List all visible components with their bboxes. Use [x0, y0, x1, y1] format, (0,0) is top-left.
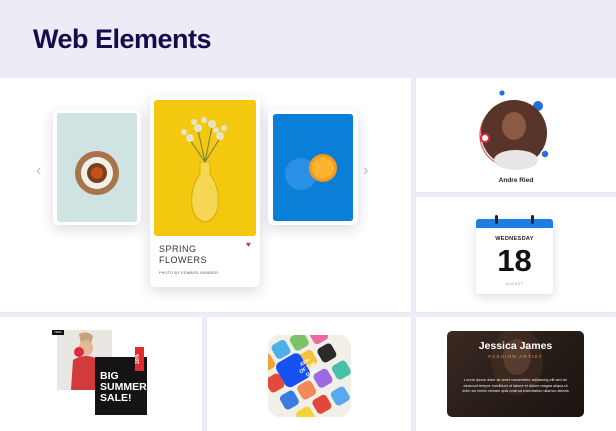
coffee-cup-image — [57, 113, 137, 222]
slider-prev-button[interactable]: ‹ — [36, 162, 41, 180]
image-slider-panel: ‹ › SPRING FLOWERS ♥ PHOTO BY EDWARD IBA… — [0, 78, 411, 312]
calendar-day-name: WEDNESDAY — [495, 236, 534, 242]
artist-role: FASHION ARTIST — [488, 354, 543, 359]
slide-card-spring-flowers[interactable]: SPRING FLOWERS ♥ PHOTO BY EDWARD IBANDER — [150, 97, 260, 287]
slider-next-button[interactable]: › — [363, 162, 368, 180]
orange-image — [273, 114, 353, 221]
calendar-ring-icon — [531, 215, 534, 224]
summer-sale-panel: NEW BIG SUMMER SALE! 20% — [0, 317, 202, 431]
discount-badge: 20% — [135, 347, 144, 371]
sale-text: BIG SUMMER SALE! — [100, 371, 147, 404]
flower-vase-image — [154, 100, 256, 236]
avatar — [479, 90, 550, 170]
slide-card-orange[interactable] — [268, 110, 358, 225]
card-photo-credit: PHOTO BY EDWARD IBANDER — [159, 271, 219, 275]
calendar-panel: WEDNESDAY 18 AUGUST — [416, 197, 616, 312]
card-title-line2: FLOWERS — [159, 255, 208, 265]
calendar-month: AUGUST — [505, 282, 524, 286]
sale-line3: SALE! — [100, 392, 132, 404]
profile-name: Andre Ried — [498, 177, 534, 184]
heart-icon[interactable]: ♥ — [246, 240, 251, 249]
card-title: SPRING FLOWERS — [159, 244, 239, 266]
app-of-the-day-tile[interactable]: APP OF THE DAY — [268, 335, 351, 417]
artist-bio: Lorem ipsum dolor sit amet consectetur a… — [462, 378, 569, 394]
app-of-the-day-panel: APP OF THE DAY — [207, 317, 411, 431]
discount-badge-text: 20% — [135, 354, 141, 365]
slide-card-coffee[interactable] — [53, 110, 141, 225]
calendar-date: 18 — [497, 243, 532, 278]
artist-card[interactable]: Jessica James FASHION ARTIST Lorem ipsum… — [447, 331, 584, 417]
calendar-widget: WEDNESDAY 18 AUGUST — [476, 215, 553, 294]
calendar-header-bar — [476, 219, 553, 228]
artist-name: Jessica James — [478, 340, 553, 352]
sale-new-label: NEW — [52, 330, 64, 335]
calendar-ring-icon — [495, 215, 498, 224]
page-title: Web Elements — [33, 24, 212, 54]
fashion-artist-panel: Jessica James FASHION ARTIST Lorem ipsum… — [416, 317, 616, 431]
profile-panel: Andre Ried — [416, 78, 616, 192]
card-title-line1: SPRING — [159, 244, 197, 254]
